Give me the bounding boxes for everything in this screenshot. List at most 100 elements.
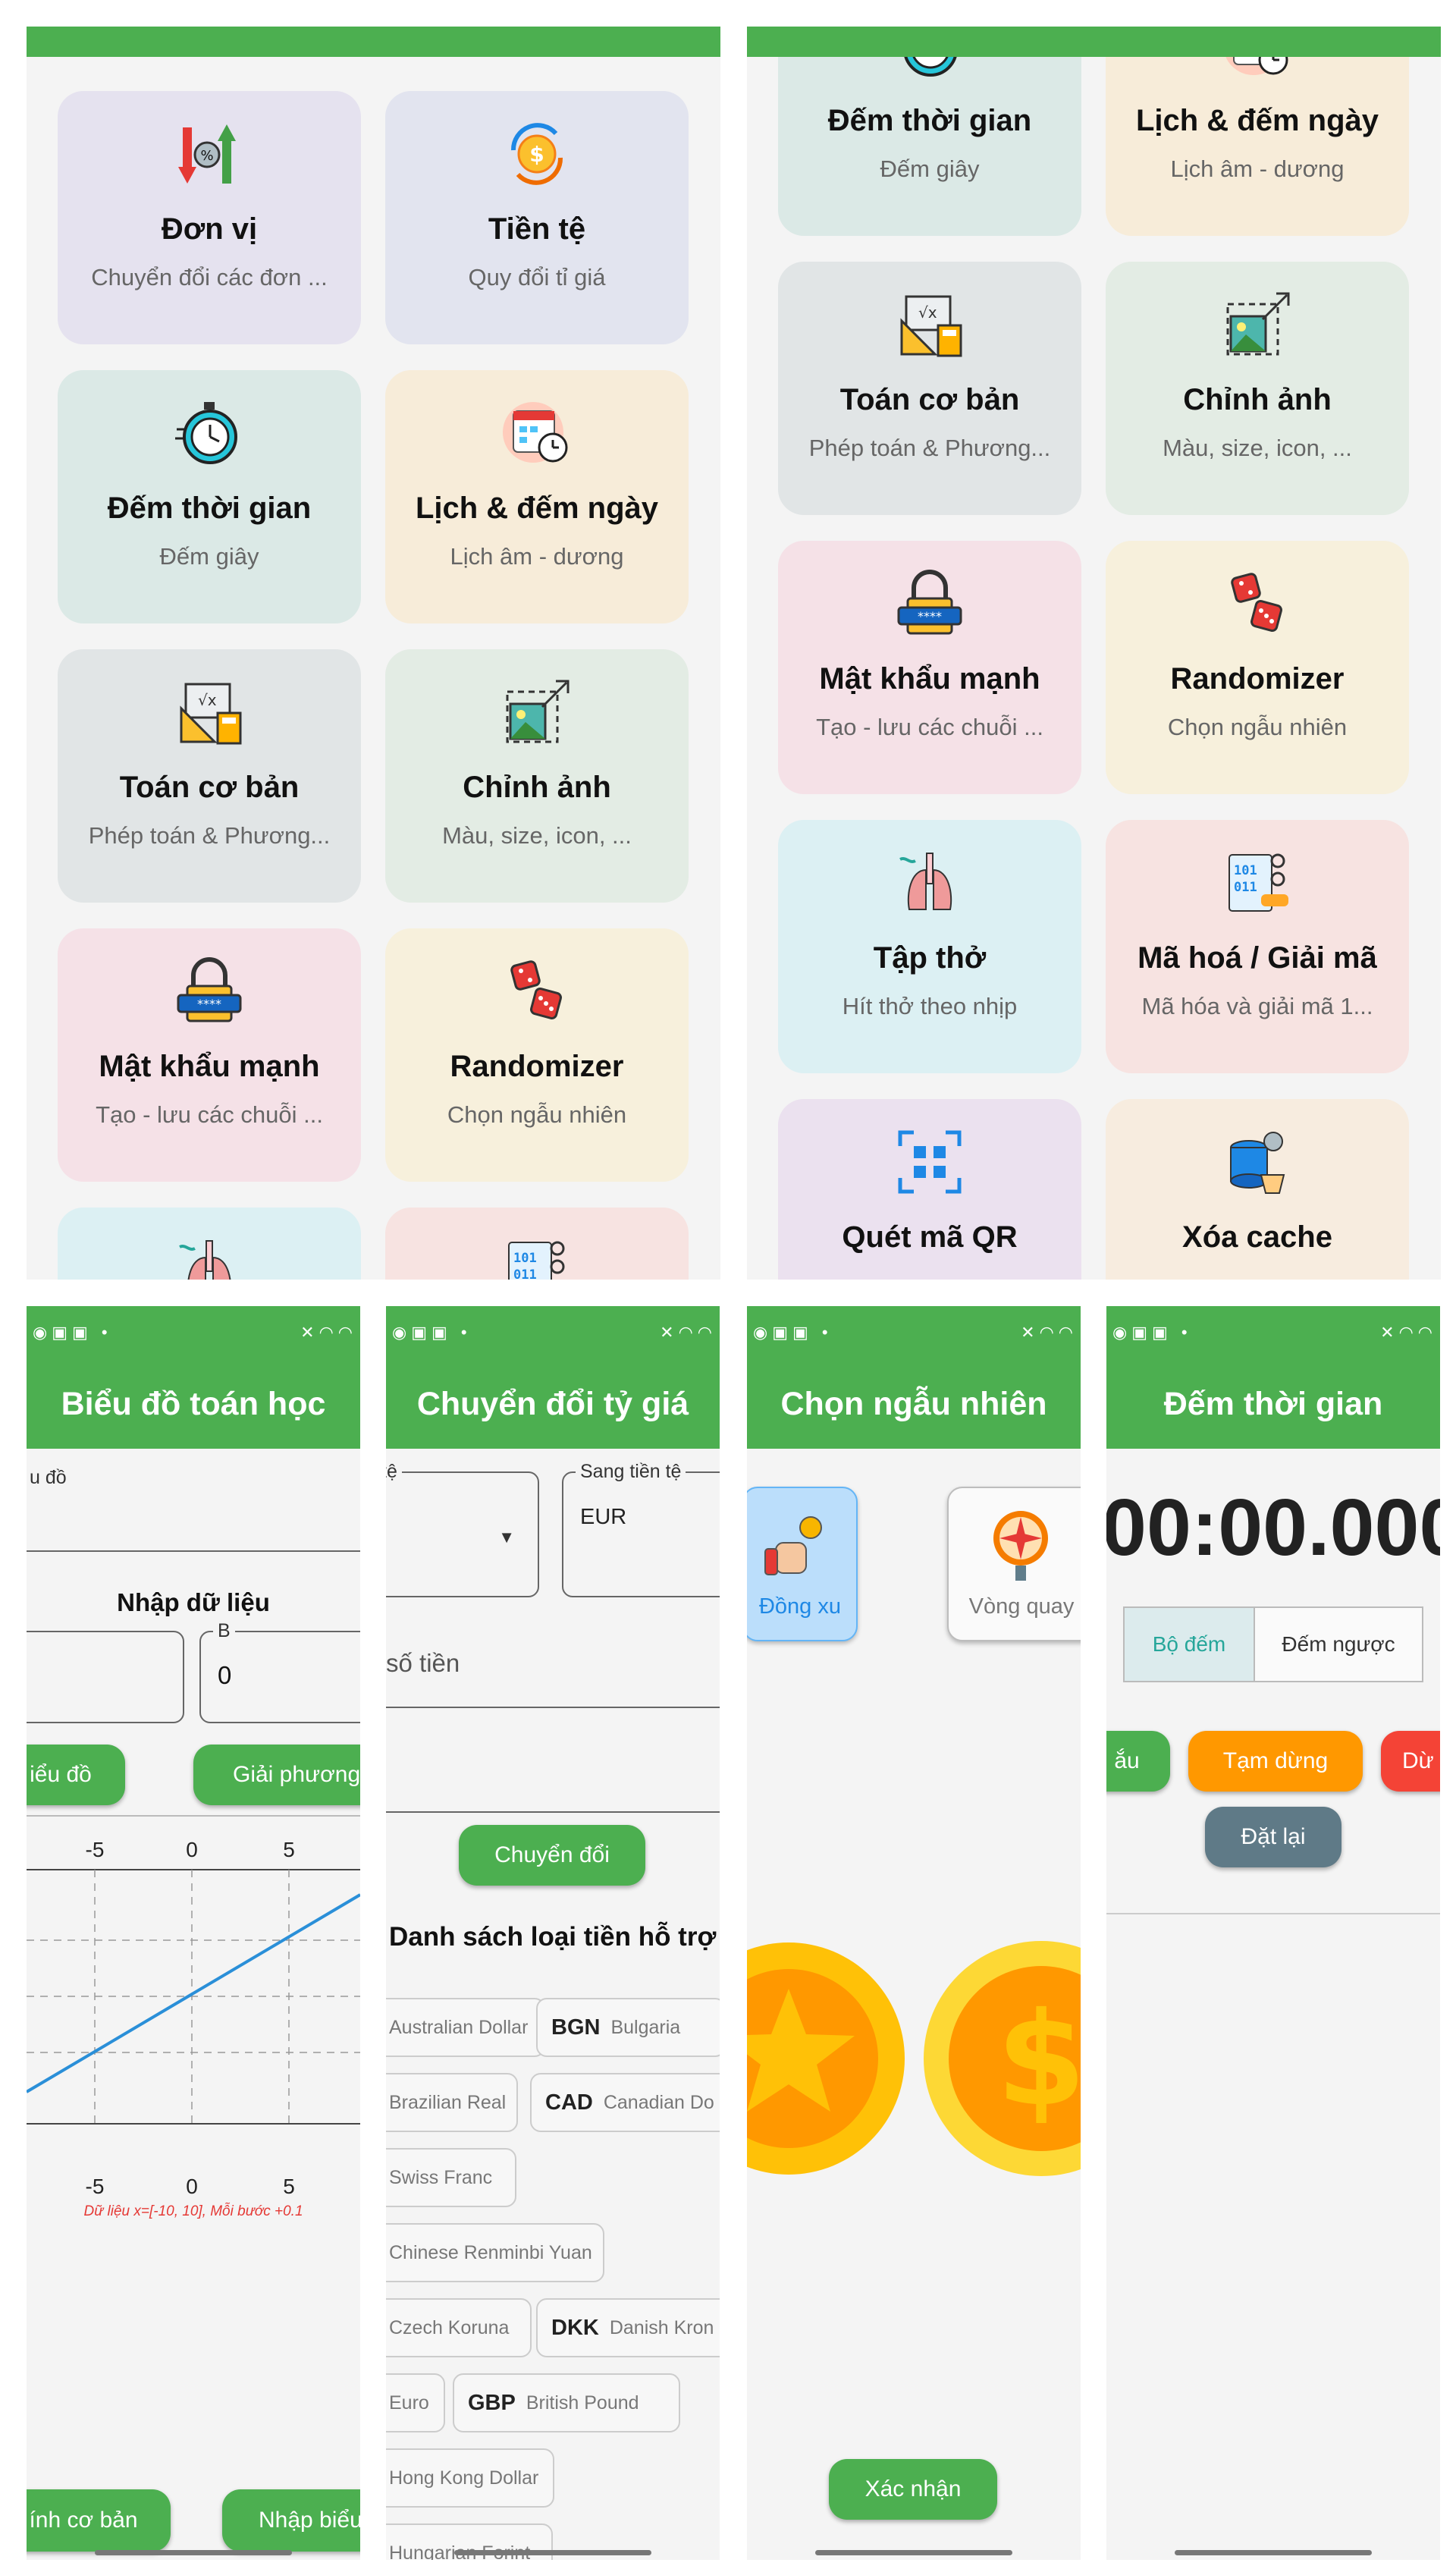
tool-card[interactable]: √x Toán cơ bản Phép toán & Phương... [58,649,361,903]
tool-card[interactable]: Randomizer Chọn ngẫu nhiên [1106,541,1409,794]
a-input[interactable] [27,1631,184,1723]
tool-card[interactable]: **** Mật khẩu mạnh Tạo - lưu các chuỗi ... [58,928,361,1182]
pause-button[interactable]: Tạm dừng [1188,1731,1363,1792]
coin-option-card[interactable]: Đồng xu [747,1487,858,1641]
to-currency-field[interactable]: Sang tiền tệ EUR [562,1461,720,1597]
currency-chip[interactable]: Chinese Renminbi Yuan [386,2223,604,2282]
top-bar [27,27,720,57]
tool-card[interactable]: Lịch & đếm ngày Lịch âm - dương [1106,27,1409,236]
tool-card-subtitle: Đếm giây [880,155,980,182]
tool-card-title: Toán cơ bản [119,771,300,804]
status-bar: ◉▣▣ • ✕◠◠ [386,1306,720,1359]
tool-card[interactable]: √x Toán cơ bản Phép toán & Phương... [778,262,1081,515]
status-bar: ◉▣▣ • ✕◠◠ [1106,1306,1440,1359]
tool-card-subtitle: Màu, size, icon, ... [1163,435,1352,461]
timer-display: 00:00.000 [1106,1483,1440,1572]
currency-chip[interactable]: Czech Koruna [386,2298,532,2357]
svg-text:****: **** [197,997,221,1011]
plot-button[interactable]: iểu đồ [27,1745,125,1805]
tool-card[interactable]: Xóa cache [1106,1099,1409,1280]
chart-type-field[interactable]: u đồ [27,1467,360,1552]
tool-card-subtitle: Đếm giây [159,543,259,570]
amount-input-underline[interactable] [386,1707,720,1708]
tool-card[interactable]: Lịch & đếm ngày Lịch âm - dương [385,370,689,623]
divider [1106,1913,1440,1914]
currency-chip[interactable]: CAD Canadian Do [530,2073,720,2132]
x-tick-label: -5 [86,2175,105,2198]
tool-card[interactable]: 101 011 [385,1208,689,1280]
svg-text:√x: √x [918,303,937,322]
tool-card[interactable]: **** Mật khẩu mạnh Tạo - lưu các chuỗi ... [778,541,1081,794]
currency-chip[interactable]: GBP British Pound [453,2373,680,2432]
tool-card-subtitle: Chọn ngẫu nhiên [1167,714,1348,740]
amount-placeholder: số tiền [386,1649,460,1677]
status-bar: ◉▣▣ • ✕◠◠ [27,1306,360,1359]
tool-card[interactable] [58,1208,361,1280]
password-lock-icon: **** [897,570,962,635]
solve-equation-button[interactable]: Giải phương t [193,1745,360,1805]
tool-card-subtitle: Tạo - lưu các chuỗi ... [816,714,1043,740]
from-currency-select[interactable]: tệ ▼ [386,1461,539,1597]
tool-card[interactable]: $ Tiền tệ Quy đổi tỉ giá [385,91,689,344]
svg-text:√x: √x [198,691,217,709]
status-icons-left: ◉▣▣ • [33,1323,112,1342]
currency-screen: ◉▣▣ • ✕◠◠ Chuyển đổi tỷ giá tệ ▼ Sang ti… [386,1306,720,2560]
confirm-button[interactable]: Xác nhận [829,2459,997,2520]
nav-gesture-bar[interactable] [454,2550,651,2555]
svg-text:$: $ [996,1985,1081,2135]
tool-card-title: Xóa cache [1182,1220,1332,1254]
currency-exchange-icon: $ [510,123,563,185]
currency-chip[interactable]: Australian Dollar [386,1998,545,2057]
currency-name: British Pound [526,2392,639,2414]
wheel-option-card[interactable]: Vòng quay [947,1487,1081,1641]
dropdown-arrow-icon: ▼ [498,1528,515,1547]
input-expression-button[interactable]: Nhập biểu [222,2489,360,2552]
currency-chip[interactable]: Hong Kong Dollar [386,2448,554,2508]
reset-button[interactable]: Đặt lại [1205,1807,1341,1867]
random-screen: ◉▣▣ • ✕◠◠ Chọn ngẫu nhiên Đồng xu Vòng q… [747,1306,1081,2560]
b-label: B [213,1620,235,1642]
tool-card-subtitle: Mã hóa và giải mã 1... [1141,993,1373,1019]
stop-button[interactable]: Dừ [1381,1731,1440,1792]
nav-gesture-bar[interactable] [1175,2550,1372,2555]
tool-card[interactable]: % Đơn vị Chuyển đổi các đơn ... [58,91,361,344]
tool-card-subtitle: Chọn ngẫu nhiên [447,1101,627,1128]
currency-chip[interactable]: DKK Danish Kron [536,2298,720,2357]
b-input[interactable]: B 0 [199,1620,360,1723]
tool-card[interactable]: Đếm thời gian Đếm giây [58,370,361,623]
currency-chip[interactable]: BGN Bulgaria [536,1998,720,2057]
convert-button[interactable]: Chuyển đổi [459,1825,645,1886]
tool-card[interactable]: 101 011 Mã hoá / Giải mã Mã hóa và giải mã … [1106,820,1409,1073]
tool-card[interactable]: Quét mã QR [778,1099,1081,1280]
currency-name: Danish Kron [609,2316,714,2338]
tab-countdown[interactable]: Đếm ngược [1255,1608,1422,1681]
currency-code: DKK [551,2315,599,2340]
currency-code: GBP [468,2390,516,2415]
currency-chip[interactable]: Brazilian Real [386,2073,518,2132]
tab-stopwatch[interactable]: Bộ đếm [1125,1608,1255,1681]
home-grid-panel-2: Đếm thời gian Đếm giây Lịch & đếm ngày Lịch… [747,27,1441,1280]
tool-card-title: Tập thở [873,941,987,975]
tool-card[interactable]: Đếm thời gian Đếm giây [778,27,1081,236]
svg-text:$: $ [529,142,544,167]
tool-card-title: Tiền tệ [488,212,586,246]
tool-card-title: Đếm thời gian [827,104,1032,137]
tool-card[interactable]: Chỉnh ảnh Màu, size, icon, ... [1106,262,1409,515]
currency-name: Euro [389,2392,429,2414]
nav-gesture-bar[interactable] [95,2550,292,2555]
currency-chip[interactable]: Swiss Franc [386,2148,516,2207]
tool-card-subtitle: Phép toán & Phương... [88,822,331,849]
nav-gesture-bar[interactable] [815,2550,1012,2555]
start-button[interactable]: ắu [1106,1731,1170,1792]
image-edit-icon [1226,292,1290,356]
tool-card-title: Toán cơ bản [839,383,1020,416]
tool-card[interactable]: Randomizer Chọn ngẫu nhiên [385,928,689,1182]
tool-card-title: Quét mã QR [842,1220,1018,1254]
currency-chip[interactable]: Euro [386,2373,445,2432]
app-bar-title: Chọn ngẫu nhiên [747,1359,1081,1449]
basic-calc-button[interactable]: ính cơ bản [27,2489,171,2552]
tool-card[interactable]: Chỉnh ảnh Màu, size, icon, ... [385,649,689,903]
currency-name: Bulgaria [610,2016,681,2038]
tool-card[interactable]: Tập thở Hít thở theo nhịp [778,820,1081,1073]
currency-name: Brazilian Real [389,2091,507,2113]
